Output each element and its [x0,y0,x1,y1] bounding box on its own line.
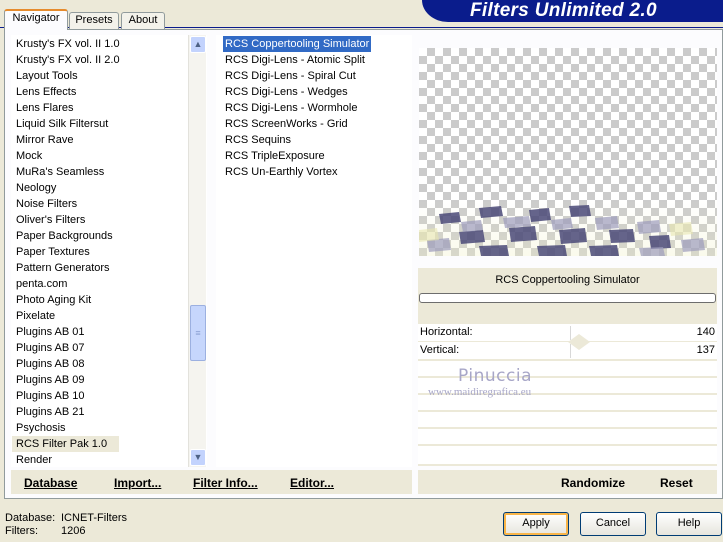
category-list-item[interactable]: Pattern Generators [16,260,110,276]
import-button[interactable]: Import... [114,475,161,491]
scroll-thumb[interactable]: ≡ [190,305,206,361]
category-list-item[interactable]: MuRa's Seamless [16,164,104,180]
category-list-item[interactable]: Render [16,452,52,468]
apply-button[interactable]: Apply [503,512,569,536]
cancel-button[interactable]: Cancel [580,512,646,536]
category-list-item[interactable]: Oliver's Filters [16,212,85,228]
slider-horizontal-thumb[interactable] [568,334,590,342]
filter-list-item[interactable]: RCS Digi-Lens - Spiral Cut [223,68,358,84]
category-list-item[interactable]: Neology [16,180,56,196]
preview-image [419,48,717,256]
filter-list-item[interactable]: RCS Digi-Lens - Wormhole [223,100,359,116]
category-list-item[interactable]: Paper Textures [16,244,90,260]
filters-count-label: Filters: [5,525,38,537]
editor-button[interactable]: Editor... [290,475,334,491]
slider-vertical-value: 137 [696,344,715,356]
randomize-button[interactable]: Randomize [561,475,625,491]
category-list-item[interactable]: Lens Effects [16,84,76,100]
database-button[interactable]: Database [24,475,77,491]
category-list-item[interactable]: Layout Tools [16,68,78,84]
category-list-item[interactable]: Krusty's FX vol. II 2.0 [16,52,120,68]
category-list-item[interactable]: Photo Aging Kit [16,292,91,308]
slider-horizontal[interactable]: Horizontal: 140 [418,324,717,342]
selected-filter-name: RCS Coppertooling Simulator [418,270,717,290]
database-value: ICNET-Filters [61,512,127,524]
database-label: Database: [5,512,56,524]
category-list-item[interactable]: Plugins AB 07 [16,340,85,356]
slider-vertical-label: Vertical: [420,344,460,356]
category-list-item[interactable]: Pixelate [16,308,55,324]
category-list-item[interactable]: Plugins AB 08 [16,356,85,372]
category-list-item[interactable]: Mock [16,148,42,164]
filter-list-item[interactable]: RCS ScreenWorks - Grid [223,116,350,132]
category-list-item[interactable]: Mirror Rave [16,132,73,148]
tab-presets[interactable]: Presets [69,12,119,29]
slider-vertical-thumb[interactable] [568,342,590,350]
param-row-empty [418,446,717,464]
category-list-item[interactable]: Plugins AB 21 [16,404,85,420]
help-button[interactable]: Help [656,512,722,536]
category-list[interactable]: Krusty's FX vol. II 1.0 Krusty's FX vol. … [11,35,207,467]
category-list-item[interactable]: RCS Filter Pak 1.0 [12,436,119,452]
category-list-item[interactable]: Plugins AB 09 [16,372,85,388]
filter-list-item[interactable]: RCS Digi-Lens - Atomic Split [223,52,367,68]
category-list-item[interactable]: Liquid Silk Filtersut [16,116,108,132]
category-list-item[interactable]: Krusty's FX vol. II 1.0 [16,36,120,52]
tab-about[interactable]: About [121,12,165,29]
filter-list-item[interactable]: RCS Digi-Lens - Wedges [223,84,350,100]
category-list-item[interactable]: penta.com [16,276,67,292]
slider-horizontal-label: Horizontal: [420,326,473,338]
app-title: Filters Unlimited 2.0 [470,0,657,21]
slider-vertical[interactable]: Vertical: 137 [418,342,717,360]
param-row-empty [418,412,717,427]
filter-list-item[interactable]: RCS Sequins [223,132,293,148]
filters-count-value: 1206 [61,525,86,537]
filter-list-item[interactable]: RCS Coppertooling Simulator [223,36,372,52]
category-list-item[interactable]: Lens Flares [16,100,73,116]
category-scrollbar[interactable]: ▲ ≡ ▼ [188,35,206,467]
category-list-item[interactable]: Plugins AB 10 [16,388,85,404]
reset-button[interactable]: Reset [660,475,693,491]
watermark-url: www.maidiregrafica.eu [428,386,532,398]
category-list-item[interactable]: Paper Backgrounds [16,228,113,244]
param-row-empty [418,429,717,444]
filter-list-item[interactable]: RCS TripleExposure [223,148,327,164]
tab-navigator[interactable]: Navigator [4,9,68,30]
filter-list[interactable]: RCS Coppertooling Simulator RCS Digi-Lens… [216,35,412,467]
scroll-down-arrow-icon[interactable]: ▼ [190,449,206,466]
watermark-name: Pinuccia [458,366,532,386]
slider-horizontal-value: 140 [696,326,715,338]
preview-floor-pattern [419,200,717,256]
scroll-up-arrow-icon[interactable]: ▲ [190,36,206,53]
progress-bar [419,293,716,303]
filter-list-item[interactable]: RCS Un-Earthly Vortex [223,164,339,180]
category-list-item[interactable]: Plugins AB 01 [16,324,85,340]
filter-info-button[interactable]: Filter Info... [193,475,258,491]
category-list-item[interactable]: Noise Filters [16,196,77,212]
category-list-item[interactable]: Psychosis [16,420,66,436]
